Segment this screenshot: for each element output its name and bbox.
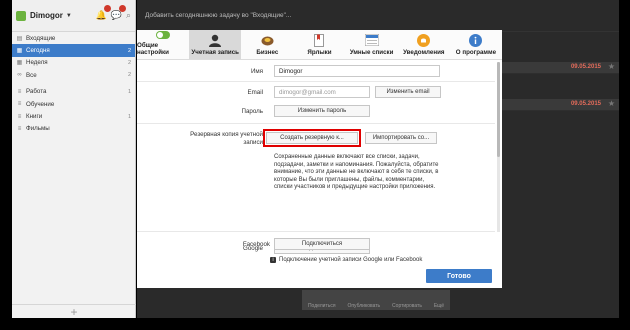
sidebar-item-label: Сегодня [26, 47, 50, 55]
star-icon[interactable]: ★ [608, 62, 615, 71]
tab-label: Умные списки [349, 49, 394, 56]
bookmark-icon [312, 33, 326, 47]
tab-label: Бизнес [256, 49, 279, 56]
tab-label: Ярлыки [307, 49, 332, 56]
name-field[interactable]: Dimogor [274, 65, 440, 77]
email-label: Email [247, 89, 263, 96]
bell-icon[interactable]: 🔔 [96, 5, 111, 21]
chat-badge [118, 5, 126, 12]
sidebar-item-label: Книги [26, 113, 43, 121]
tab-labels[interactable]: Ярлыки [293, 30, 345, 59]
list-icon: ≡ [17, 88, 22, 95]
more-button[interactable]: Ещё [434, 303, 444, 309]
tab-about[interactable]: О программе [450, 30, 502, 59]
done-button[interactable]: Готово [426, 269, 492, 283]
task-date: 09.05.2015 [570, 101, 601, 107]
sidebar-item-count: 2 [127, 59, 131, 66]
calendar-week-icon: ▦ [16, 60, 23, 67]
calendar-today-icon: ▦ [16, 48, 23, 55]
list-icon: ≡ [17, 113, 22, 120]
sidebar-item-label: Работа [26, 88, 47, 96]
smart-list-icon [364, 33, 379, 47]
settings-dialog: Общие настройки Учетная запись Бизнес Яр… [137, 30, 502, 288]
connect-note: i Подключение учетной записи Google или … [270, 257, 422, 263]
sidebar-item-inbox[interactable]: ▤ Входящие [12, 32, 135, 44]
sort-button[interactable]: Сортировать [392, 303, 422, 309]
change-email-button[interactable]: Изменить email [375, 86, 441, 98]
user-icon [208, 33, 222, 47]
sidebar-item-count: 2 [127, 72, 131, 79]
business-icon [260, 33, 274, 47]
sidebar-item-label: Неделя [26, 59, 48, 67]
tab-label: Учетная запись [191, 49, 239, 56]
sidebar-item-count: 2 [127, 47, 131, 54]
facebook-label: Facebook [242, 241, 270, 248]
email-field[interactable]: dimogor@gmail.com [274, 86, 370, 98]
inbox-icon: ▤ [16, 35, 23, 42]
tab-account[interactable]: Учетная запись [189, 30, 242, 59]
bottom-toolbar: Поделиться Опубликовать Сортировать Ещё [302, 290, 450, 310]
chat-icon[interactable]: 💬 [111, 5, 126, 21]
tab-label: Общие настройки [137, 42, 169, 56]
scroll-thumb[interactable] [497, 62, 500, 157]
sidebar: Dimogor ▼ 🔔 💬 ⌕ ▤ Входящие ▦ Сегодня 2 ▦ Нед… [12, 0, 136, 319]
task-date: 09.05.2015 [570, 64, 601, 70]
import-button[interactable]: Импортировать со... [365, 132, 437, 144]
sidebar-item-label: Все [26, 71, 37, 79]
app-window: Dimogor ▼ 🔔 💬 ⌕ ▤ Входящие ▦ Сегодня 2 ▦ Нед… [0, 0, 630, 330]
tab-smart-lists[interactable]: Умные списки [346, 30, 398, 59]
avatar[interactable] [16, 10, 26, 21]
change-password-button[interactable]: Изменить пароль [274, 105, 370, 117]
sidebar-list: ▤ Входящие ▦ Сегодня 2 ▦ Неделя 2 ∞ Все 2 ≡ Рабо… [12, 32, 135, 135]
info-icon: i [270, 257, 276, 263]
divider [137, 123, 495, 124]
backup-label: Резервная копия учетной записи [190, 131, 263, 146]
tab-label: О программе [455, 49, 497, 56]
connect-note-text: Подключение учетной записи Google или Fa… [279, 257, 423, 263]
tab-general[interactable]: Общие настройки [137, 30, 189, 59]
tab-business[interactable]: Бизнес [241, 30, 293, 59]
facebook-connect-button[interactable]: Подключиться [274, 238, 370, 250]
sidebar-item-count: 1 [127, 113, 131, 120]
info-icon [469, 33, 483, 47]
name-label: Имя [250, 68, 263, 75]
toggle-icon [156, 30, 171, 40]
search-icon[interactable]: ⌕ [126, 10, 131, 21]
list-icon: ≡ [17, 125, 22, 132]
create-backup-button[interactable]: Создать резервную к... [263, 129, 361, 147]
chevron-down-icon[interactable]: ▼ [66, 13, 72, 19]
share-button[interactable]: Поделиться [308, 303, 336, 309]
divider [137, 231, 495, 232]
user-name[interactable]: Dimogor [30, 11, 63, 20]
sidebar-item-movies[interactable]: ≡ Фильмы [12, 123, 135, 135]
notification-badge [103, 5, 111, 12]
sidebar-item-today[interactable]: ▦ Сегодня 2 [12, 44, 135, 57]
sidebar-item-learning[interactable]: ≡ Обучение [12, 98, 135, 110]
scrollbar[interactable] [497, 62, 500, 232]
sidebar-item-label: Обучение [26, 100, 55, 108]
divider [137, 81, 495, 82]
sidebar-item-all[interactable]: ∞ Все 2 [12, 69, 135, 81]
tab-label: Уведомления [403, 49, 445, 56]
account-settings: Имя Dimogor Email dimogor@gmail.com Изме… [137, 61, 495, 265]
tab-notifications[interactable]: Уведомления [398, 30, 450, 59]
sidebar-header: Dimogor ▼ 🔔 💬 ⌕ [12, 0, 135, 32]
all-icon: ∞ [17, 72, 22, 79]
backup-description: Сохраненные данные включают все списки, … [274, 154, 439, 191]
add-task-input[interactable]: Добавить сегодняшнюю задачу во "Входящие… [137, 0, 619, 32]
sidebar-item-week[interactable]: ▦ Неделя 2 [12, 57, 135, 69]
settings-tabs: Общие настройки Учетная запись Бизнес Яр… [137, 30, 502, 60]
sidebar-item-books[interactable]: ≡ Книги 1 [12, 110, 135, 122]
password-label: Пароль [241, 108, 263, 115]
add-list-button[interactable]: + [12, 304, 136, 319]
star-icon[interactable]: ★ [608, 99, 615, 108]
sidebar-item-count: 1 [127, 88, 131, 95]
sidebar-item-work[interactable]: ≡ Работа 1 [12, 86, 135, 98]
sidebar-item-label: Фильмы [26, 125, 50, 133]
publish-button[interactable]: Опубликовать [347, 303, 380, 309]
sidebar-item-label: Входящие [26, 34, 56, 42]
header-icons: 🔔 💬 ⌕ [96, 5, 131, 21]
list-icon: ≡ [17, 101, 22, 108]
bell-icon [417, 33, 431, 47]
